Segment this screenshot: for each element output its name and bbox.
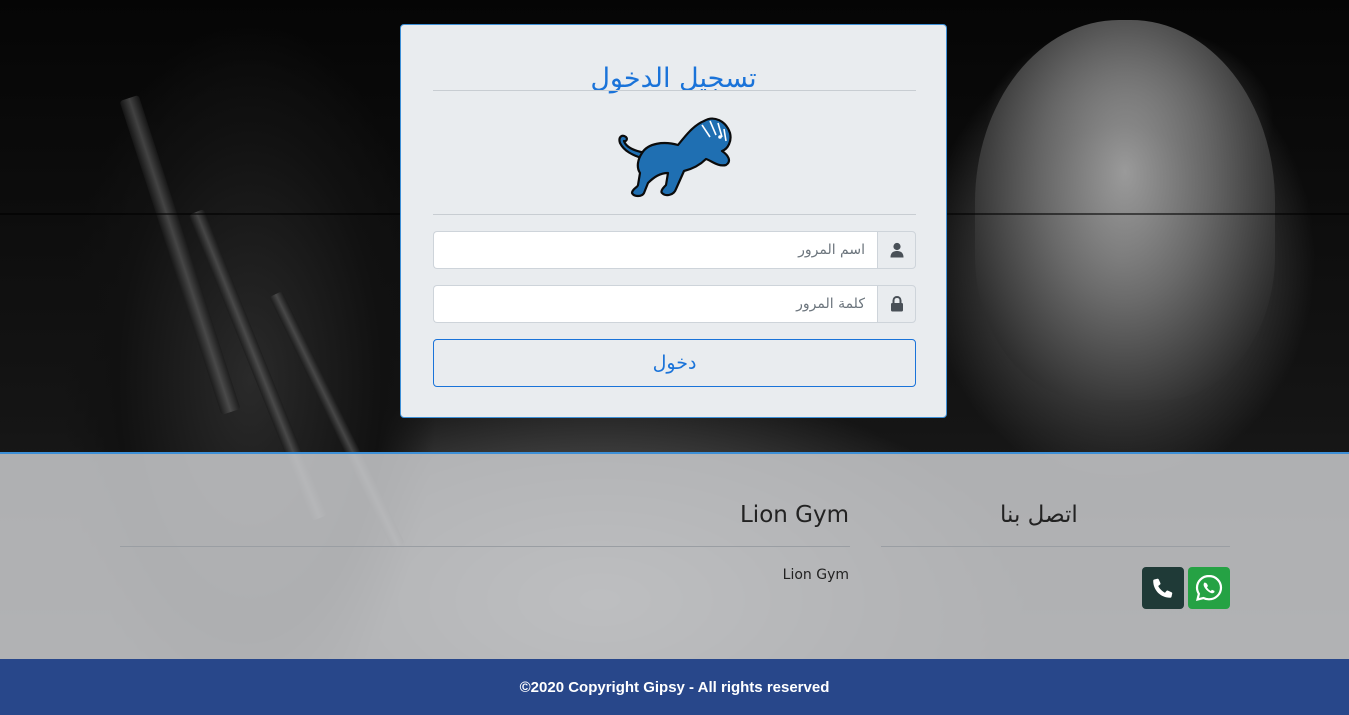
phone-icon <box>1153 578 1173 598</box>
user-icon <box>877 231 916 269</box>
contact-heading: اتصل بنا <box>1000 502 1078 528</box>
copyright-text: ©2020 Copyright Gipsy - All rights reser… <box>519 678 830 696</box>
about-text: Lion Gym <box>782 567 849 583</box>
lion-logo <box>614 107 736 199</box>
page: تسجيل الدخول اسم المرور دخول اتصل بنا Li… <box>0 0 1349 715</box>
about-heading: Lion Gym <box>739 502 849 528</box>
login-button[interactable]: دخول <box>433 339 916 387</box>
logo-divider <box>433 214 916 215</box>
copyright-bar: ©2020 Copyright Gipsy - All rights reser… <box>0 659 1349 715</box>
password-input[interactable] <box>433 285 877 323</box>
whatsapp-button[interactable] <box>1188 567 1230 609</box>
athlete-figure <box>975 20 1275 400</box>
username-input[interactable] <box>433 231 877 269</box>
about-divider <box>120 546 850 547</box>
password-group <box>433 285 916 323</box>
title-divider <box>433 90 916 91</box>
footer-info: اتصل بنا Lion Gym Lion Gym <box>0 452 1349 659</box>
login-card: تسجيل الدخول اسم المرور دخول <box>400 24 947 418</box>
contact-divider <box>881 546 1230 547</box>
whatsapp-icon <box>1195 574 1223 602</box>
phone-button[interactable] <box>1142 567 1184 609</box>
lock-icon <box>877 285 916 323</box>
username-group <box>433 231 916 269</box>
